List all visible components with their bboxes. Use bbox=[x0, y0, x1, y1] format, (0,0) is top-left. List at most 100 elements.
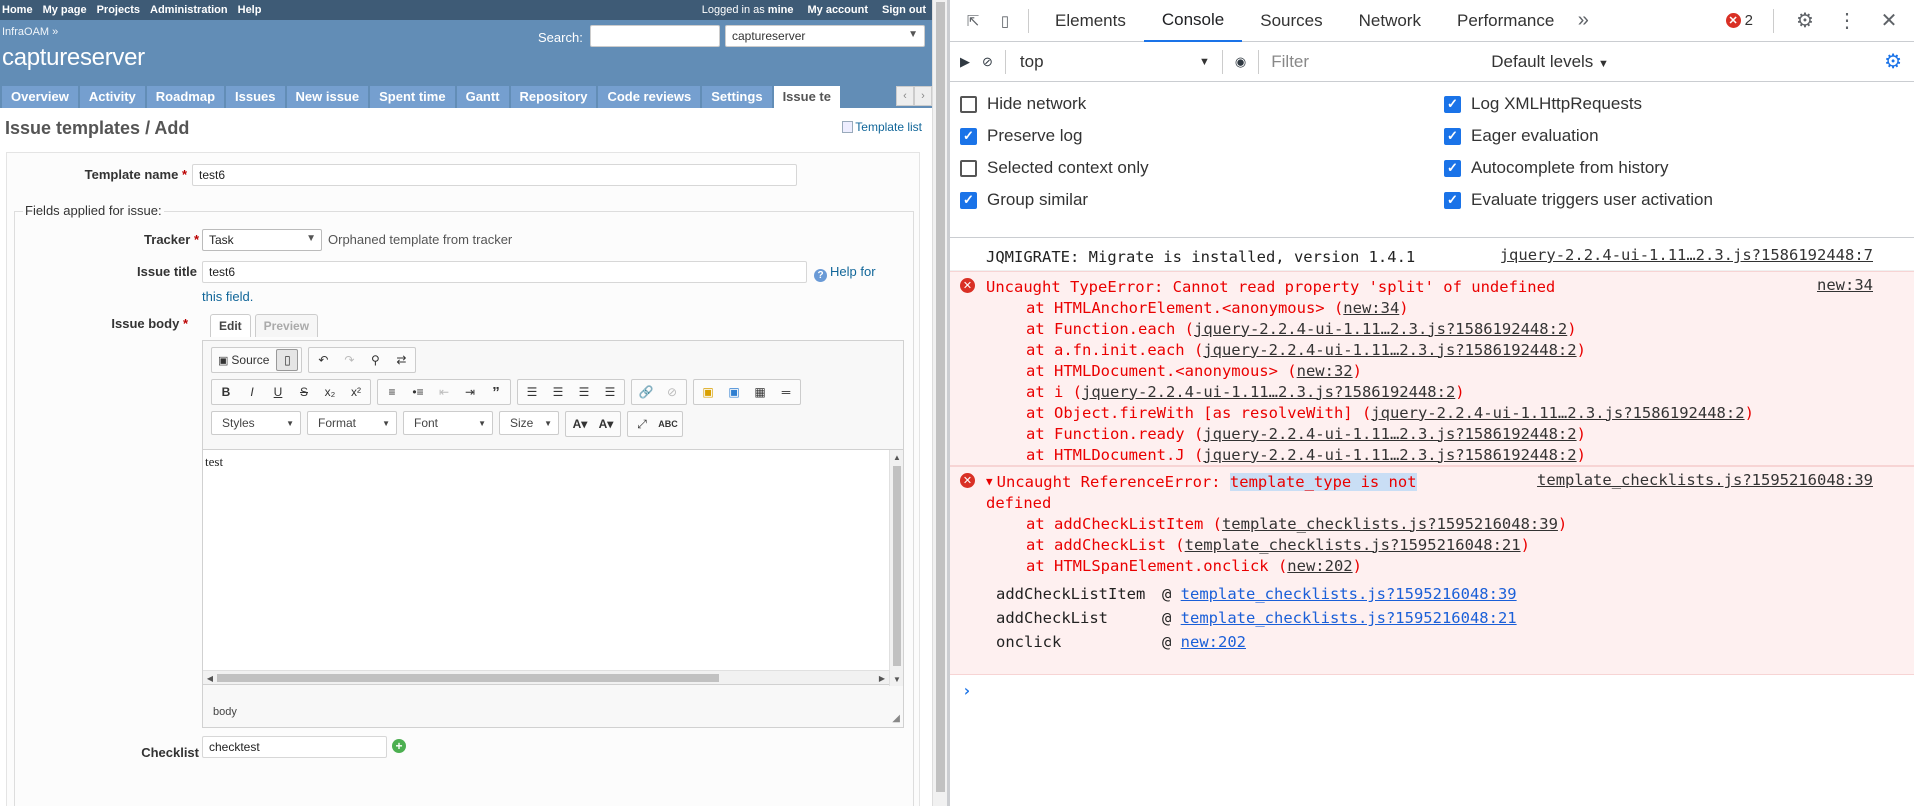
tab-console[interactable]: Console bbox=[1143, 0, 1243, 42]
stack-frame-link[interactable]: jquery-2.2.4-ui-1.11…2.3.js?1586192448:2 bbox=[1203, 425, 1576, 443]
gear-icon[interactable]: ⚙ bbox=[1794, 10, 1816, 32]
horizontal-rule-button[interactable]: ═ bbox=[775, 381, 797, 403]
top-menu-my-page[interactable]: My page bbox=[43, 4, 87, 16]
replace-button[interactable]: ⇄ bbox=[390, 349, 412, 371]
checkbox-evaluate-triggers[interactable]: ✓ bbox=[1444, 191, 1461, 209]
bg-color-button[interactable]: A▾ bbox=[595, 413, 617, 435]
checkbox-selected-context[interactable] bbox=[960, 159, 977, 177]
checkbox-preserve-log[interactable]: ✓ bbox=[960, 127, 977, 145]
image-button[interactable]: ▣ bbox=[697, 381, 719, 403]
project-jump-select[interactable]: captureserver ▼ bbox=[725, 25, 925, 47]
stack-frame-link[interactable]: jquery-2.2.4-ui-1.11…2.3.js?1586192448:2 bbox=[1203, 446, 1576, 464]
option-selected-context-only[interactable]: Selected context only bbox=[960, 158, 1149, 178]
tab-elements[interactable]: Elements bbox=[1037, 0, 1144, 42]
stack-frame-link[interactable]: jquery-2.2.4-ui-1.11…2.3.js?1586192448:2 bbox=[1082, 383, 1455, 401]
stack-frame-link[interactable]: jquery-2.2.4-ui-1.11…2.3.js?1586192448:2 bbox=[1194, 320, 1567, 338]
font-combo[interactable]: Font ▼ bbox=[403, 411, 493, 435]
option-group-similar[interactable]: ✓ Group similar bbox=[960, 190, 1088, 210]
numbered-list-button[interactable]: ≡ bbox=[381, 381, 403, 403]
stack-frame-link[interactable]: new:202 bbox=[1287, 557, 1352, 575]
page-vertical-scrollbar[interactable] bbox=[932, 0, 947, 806]
tab-gantt[interactable]: Gantt bbox=[456, 86, 509, 108]
help-link[interactable]: ? Help for bbox=[814, 264, 876, 282]
stack-frame-link[interactable]: jquery-2.2.4-ui-1.11…2.3.js?1586192448:2 bbox=[1203, 341, 1576, 359]
tab-spent-time[interactable]: Spent time bbox=[370, 86, 455, 108]
top-menu-home[interactable]: Home bbox=[2, 4, 33, 16]
device-toolbar-icon[interactable]: ▯ bbox=[994, 10, 1016, 32]
tab-activity[interactable]: Activity bbox=[79, 86, 145, 108]
indent-button[interactable]: ⇥ bbox=[459, 381, 481, 403]
tab-new-issue[interactable]: New issue bbox=[286, 86, 369, 108]
spellcheck-button[interactable]: ABC bbox=[657, 413, 679, 435]
sidebar-toggle-icon[interactable]: ▶ bbox=[960, 54, 970, 70]
top-menu-projects[interactable]: Projects bbox=[97, 4, 140, 16]
breadcrumb[interactable]: InfraOAM » bbox=[2, 26, 58, 38]
page-scroll-thumb[interactable] bbox=[936, 2, 945, 792]
log-levels-select[interactable]: Default levels ▼ bbox=[1491, 52, 1609, 72]
option-eager-evaluation[interactable]: ✓ Eager evaluation bbox=[1444, 126, 1599, 146]
stack-frame-link[interactable]: template_checklists.js?1595216048:39 bbox=[1222, 515, 1558, 533]
text-color-button[interactable]: A▾ bbox=[569, 413, 591, 435]
tab-issue-templates[interactable]: Issue te bbox=[773, 86, 840, 108]
template-list-link[interactable]: Template list bbox=[842, 120, 922, 134]
superscript-button[interactable]: x² bbox=[345, 381, 367, 403]
log-source-link[interactable]: jquery-2.2.4-ui-1.11…2.3.js?1586192448:7 bbox=[1500, 246, 1873, 264]
tab-code-reviews[interactable]: Code reviews bbox=[598, 86, 701, 108]
call-frame-link[interactable]: template_checklists.js?1595216048:39 bbox=[1181, 585, 1517, 603]
bold-button[interactable]: B bbox=[215, 381, 237, 403]
help-link-cont[interactable]: this field. bbox=[202, 289, 253, 304]
option-autocomplete-history[interactable]: ✓ Autocomplete from history bbox=[1444, 158, 1668, 178]
inspect-element-icon[interactable]: ⇱ bbox=[962, 10, 984, 32]
option-preserve-log[interactable]: ✓ Preserve log bbox=[960, 126, 1082, 146]
kebab-menu-icon[interactable]: ⋮ bbox=[1836, 10, 1858, 32]
option-evaluate-triggers[interactable]: ✓ Evaluate triggers user activation bbox=[1444, 190, 1713, 210]
justify-button[interactable]: ☰ bbox=[599, 381, 621, 403]
strike-button[interactable]: S bbox=[293, 381, 315, 403]
checkbox-hide-network[interactable] bbox=[960, 95, 977, 113]
tab-preview[interactable]: Preview bbox=[254, 314, 319, 337]
tab-settings[interactable]: Settings bbox=[702, 86, 772, 108]
editor-hscroll-thumb[interactable] bbox=[217, 674, 719, 682]
template-name-input[interactable]: test6 bbox=[192, 164, 797, 186]
size-combo[interactable]: Size ▼ bbox=[499, 411, 559, 435]
top-menu-administration[interactable]: Administration bbox=[150, 4, 228, 16]
editor-vscroll-thumb[interactable] bbox=[893, 466, 901, 666]
search-input[interactable] bbox=[590, 25, 720, 47]
stack-frame-link[interactable]: new:34 bbox=[1343, 299, 1399, 317]
italic-button[interactable]: I bbox=[241, 381, 263, 403]
checkbox-group-similar[interactable]: ✓ bbox=[960, 191, 977, 209]
unlink-button[interactable]: ⊘ bbox=[661, 381, 683, 403]
call-frame-link[interactable]: new:202 bbox=[1181, 633, 1246, 651]
clear-console-icon[interactable]: ⊘ bbox=[982, 54, 993, 70]
subscript-button[interactable]: x₂ bbox=[319, 381, 341, 403]
close-icon[interactable]: ✕ bbox=[1878, 10, 1900, 32]
blockquote-button[interactable]: ” bbox=[485, 381, 507, 403]
checkbox-eager-evaluation[interactable]: ✓ bbox=[1444, 127, 1461, 145]
editor-content-area[interactable]: test ▲ ▼ ◀ ▶ bbox=[203, 449, 903, 686]
option-hide-network[interactable]: Hide network bbox=[960, 94, 1086, 114]
undo-button[interactable]: ↶ bbox=[312, 349, 334, 371]
error-count-badge[interactable]: ✕ 2 bbox=[1725, 12, 1753, 29]
tab-performance[interactable]: Performance bbox=[1439, 0, 1572, 42]
tab-repository[interactable]: Repository bbox=[510, 86, 597, 108]
editor-vertical-scrollbar[interactable]: ▲ ▼ bbox=[889, 450, 903, 686]
filter-input[interactable]: Filter bbox=[1271, 52, 1491, 72]
stack-frame-link[interactable]: jquery-2.2.4-ui-1.11…2.3.js?1586192448:2 bbox=[1371, 404, 1744, 422]
format-combo[interactable]: Format ▼ bbox=[307, 411, 397, 435]
tab-scroll-right-button[interactable]: › bbox=[914, 86, 932, 106]
tracker-select[interactable]: Task ▼ bbox=[202, 229, 322, 251]
logged-user[interactable]: mine bbox=[768, 4, 794, 16]
checkbox-autocomplete[interactable]: ✓ bbox=[1444, 159, 1461, 177]
error-source-link[interactable]: template_checklists.js?1595216048:39 bbox=[1537, 471, 1873, 489]
issue-title-input[interactable]: test6 bbox=[202, 261, 807, 283]
styles-combo[interactable]: Styles ▼ bbox=[211, 411, 301, 435]
tab-roadmap[interactable]: Roadmap bbox=[146, 86, 225, 108]
maximize-toggle-button[interactable]: ▯ bbox=[276, 349, 299, 371]
checklist-input[interactable]: checktest bbox=[202, 736, 387, 758]
top-menu-help[interactable]: Help bbox=[238, 4, 262, 16]
table-button[interactable]: ▦ bbox=[749, 381, 771, 403]
editor-status-path[interactable]: body bbox=[213, 706, 237, 718]
stack-frame-link[interactable]: template_checklists.js?1595216048:21 bbox=[1185, 536, 1521, 554]
eye-icon[interactable]: ◉ bbox=[1235, 54, 1246, 70]
editor-horizontal-scrollbar[interactable]: ◀ ▶ bbox=[203, 670, 889, 684]
